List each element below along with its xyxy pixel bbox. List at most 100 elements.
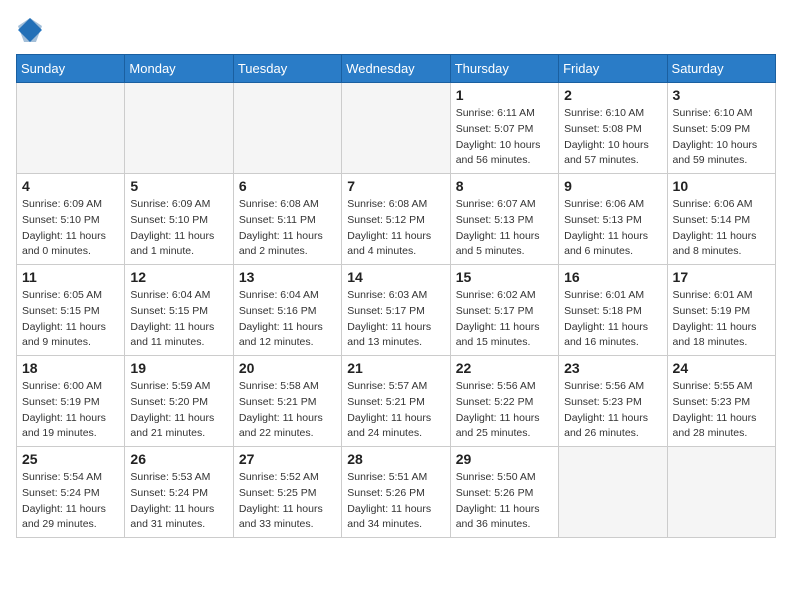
day-header-sunday: Sunday (17, 55, 125, 83)
day-number: 5 (130, 178, 227, 194)
day-info: Sunrise: 6:09 AMSunset: 5:10 PMDaylight:… (22, 197, 119, 260)
calendar-cell: 8Sunrise: 6:07 AMSunset: 5:13 PMDaylight… (450, 174, 558, 265)
calendar-cell: 21 Sunrise: 5:57 AMSunset: 5:21 PMDayligh… (342, 356, 450, 447)
calendar-cell: 29 Sunrise: 5:50 AMSunset: 5:26 PMDayligh… (450, 447, 558, 538)
calendar-cell (125, 83, 233, 174)
day-info: Sunrise: 6:01 AMSunset: 5:18 PMDaylight:… (564, 288, 661, 351)
day-info: Sunrise: 5:53 AMSunset: 5:24 PMDaylight:… (130, 470, 227, 533)
calendar-cell: 1Sunrise: 6:11 AMSunset: 5:07 PMDaylight… (450, 83, 558, 174)
day-number: 21 (347, 360, 444, 376)
day-info: Sunrise: 6:08 AMSunset: 5:12 PMDaylight:… (347, 197, 444, 260)
calendar-cell: 20 Sunrise: 5:58 AMSunset: 5:21 PMDayligh… (233, 356, 341, 447)
day-info: Sunrise: 5:56 AMSunset: 5:23 PMDaylight:… (564, 379, 661, 442)
calendar-cell (667, 447, 775, 538)
day-info: Sunrise: 6:04 AMSunset: 5:16 PMDaylight:… (239, 288, 336, 351)
calendar-cell: 26 Sunrise: 5:53 AMSunset: 5:24 PMDayligh… (125, 447, 233, 538)
calendar-cell: 14 Sunrise: 6:03 AMSunset: 5:17 PMDayligh… (342, 265, 450, 356)
day-header-wednesday: Wednesday (342, 55, 450, 83)
calendar-cell: 17Sunrise: 6:01 AMSunset: 5:19 PMDayligh… (667, 265, 775, 356)
calendar-cell: 4 Sunrise: 6:09 AMSunset: 5:10 PMDaylight… (17, 174, 125, 265)
calendar-cell: 3Sunrise: 6:10 AMSunset: 5:09 PMDaylight… (667, 83, 775, 174)
day-info: Sunrise: 6:03 AMSunset: 5:17 PMDaylight:… (347, 288, 444, 351)
day-info: Sunrise: 6:10 AMSunset: 5:08 PMDaylight:… (564, 106, 661, 169)
day-info: Sunrise: 5:55 AMSunset: 5:23 PMDaylight:… (673, 379, 770, 442)
day-number: 27 (239, 451, 336, 467)
day-number: 23 (564, 360, 661, 376)
day-info: Sunrise: 5:57 AMSunset: 5:21 PMDaylight:… (347, 379, 444, 442)
calendar-cell (17, 83, 125, 174)
day-info: Sunrise: 5:51 AMSunset: 5:26 PMDaylight:… (347, 470, 444, 533)
day-number: 1 (456, 87, 553, 103)
day-number: 26 (130, 451, 227, 467)
calendar-week-row: 11 Sunrise: 6:05 AMSunset: 5:15 PMDayligh… (17, 265, 776, 356)
page-header (16, 16, 776, 44)
day-number: 11 (22, 269, 119, 285)
calendar-week-row: 18 Sunrise: 6:00 AMSunset: 5:19 PMDayligh… (17, 356, 776, 447)
day-info: Sunrise: 5:59 AMSunset: 5:20 PMDaylight:… (130, 379, 227, 442)
calendar-cell: 24 Sunrise: 5:55 AMSunset: 5:23 PMDayligh… (667, 356, 775, 447)
calendar-cell: 11 Sunrise: 6:05 AMSunset: 5:15 PMDayligh… (17, 265, 125, 356)
day-info: Sunrise: 6:06 AMSunset: 5:14 PMDaylight:… (673, 197, 770, 260)
calendar-cell: 10 Sunrise: 6:06 AMSunset: 5:14 PMDayligh… (667, 174, 775, 265)
day-info: Sunrise: 5:52 AMSunset: 5:25 PMDaylight:… (239, 470, 336, 533)
day-header-tuesday: Tuesday (233, 55, 341, 83)
calendar-cell: 15 Sunrise: 6:02 AMSunset: 5:17 PMDayligh… (450, 265, 558, 356)
day-number: 12 (130, 269, 227, 285)
day-header-saturday: Saturday (667, 55, 775, 83)
day-number: 3 (673, 87, 770, 103)
day-number: 13 (239, 269, 336, 285)
calendar-week-row: 1Sunrise: 6:11 AMSunset: 5:07 PMDaylight… (17, 83, 776, 174)
calendar-cell: 7 Sunrise: 6:08 AMSunset: 5:12 PMDaylight… (342, 174, 450, 265)
day-info: Sunrise: 6:05 AMSunset: 5:15 PMDaylight:… (22, 288, 119, 351)
day-number: 20 (239, 360, 336, 376)
day-number: 14 (347, 269, 444, 285)
calendar-week-row: 25 Sunrise: 5:54 AMSunset: 5:24 PMDayligh… (17, 447, 776, 538)
calendar-cell: 19 Sunrise: 5:59 AMSunset: 5:20 PMDayligh… (125, 356, 233, 447)
day-info: Sunrise: 5:54 AMSunset: 5:24 PMDaylight:… (22, 470, 119, 533)
calendar-cell: 13 Sunrise: 6:04 AMSunset: 5:16 PMDayligh… (233, 265, 341, 356)
calendar-cell: 2 Sunrise: 6:10 AMSunset: 5:08 PMDaylight… (559, 83, 667, 174)
day-number: 9 (564, 178, 661, 194)
day-number: 4 (22, 178, 119, 194)
day-header-monday: Monday (125, 55, 233, 83)
calendar-cell: 6 Sunrise: 6:08 AMSunset: 5:11 PMDaylight… (233, 174, 341, 265)
calendar-cell: 9 Sunrise: 6:06 AMSunset: 5:13 PMDaylight… (559, 174, 667, 265)
day-number: 10 (673, 178, 770, 194)
day-info: Sunrise: 6:08 AMSunset: 5:11 PMDaylight:… (239, 197, 336, 260)
calendar-cell: 5 Sunrise: 6:09 AMSunset: 5:10 PMDaylight… (125, 174, 233, 265)
day-number: 29 (456, 451, 553, 467)
day-number: 8 (456, 178, 553, 194)
calendar-cell: 18 Sunrise: 6:00 AMSunset: 5:19 PMDayligh… (17, 356, 125, 447)
calendar-cell: 22 Sunrise: 5:56 AMSunset: 5:22 PMDayligh… (450, 356, 558, 447)
day-number: 19 (130, 360, 227, 376)
calendar-table: SundayMondayTuesdayWednesdayThursdayFrid… (16, 54, 776, 538)
day-number: 24 (673, 360, 770, 376)
day-info: Sunrise: 6:09 AMSunset: 5:10 PMDaylight:… (130, 197, 227, 260)
day-number: 2 (564, 87, 661, 103)
calendar-cell: 23 Sunrise: 5:56 AMSunset: 5:23 PMDayligh… (559, 356, 667, 447)
day-info: Sunrise: 5:58 AMSunset: 5:21 PMDaylight:… (239, 379, 336, 442)
logo-icon (16, 16, 44, 44)
day-number: 22 (456, 360, 553, 376)
calendar-cell: 12Sunrise: 6:04 AMSunset: 5:15 PMDayligh… (125, 265, 233, 356)
day-info: Sunrise: 6:02 AMSunset: 5:17 PMDaylight:… (456, 288, 553, 351)
day-info: Sunrise: 6:06 AMSunset: 5:13 PMDaylight:… (564, 197, 661, 260)
calendar-cell: 25 Sunrise: 5:54 AMSunset: 5:24 PMDayligh… (17, 447, 125, 538)
calendar-cell (342, 83, 450, 174)
calendar-cell: 16 Sunrise: 6:01 AMSunset: 5:18 PMDayligh… (559, 265, 667, 356)
day-info: Sunrise: 6:01 AMSunset: 5:19 PMDaylight:… (673, 288, 770, 351)
day-info: Sunrise: 5:50 AMSunset: 5:26 PMDaylight:… (456, 470, 553, 533)
day-number: 7 (347, 178, 444, 194)
calendar-cell (233, 83, 341, 174)
day-info: Sunrise: 5:56 AMSunset: 5:22 PMDaylight:… (456, 379, 553, 442)
calendar-header-row: SundayMondayTuesdayWednesdayThursdayFrid… (17, 55, 776, 83)
logo (16, 16, 48, 44)
day-number: 15 (456, 269, 553, 285)
calendar-cell: 27 Sunrise: 5:52 AMSunset: 5:25 PMDayligh… (233, 447, 341, 538)
day-number: 16 (564, 269, 661, 285)
day-number: 6 (239, 178, 336, 194)
day-info: Sunrise: 6:00 AMSunset: 5:19 PMDaylight:… (22, 379, 119, 442)
day-number: 18 (22, 360, 119, 376)
calendar-week-row: 4 Sunrise: 6:09 AMSunset: 5:10 PMDaylight… (17, 174, 776, 265)
day-number: 25 (22, 451, 119, 467)
